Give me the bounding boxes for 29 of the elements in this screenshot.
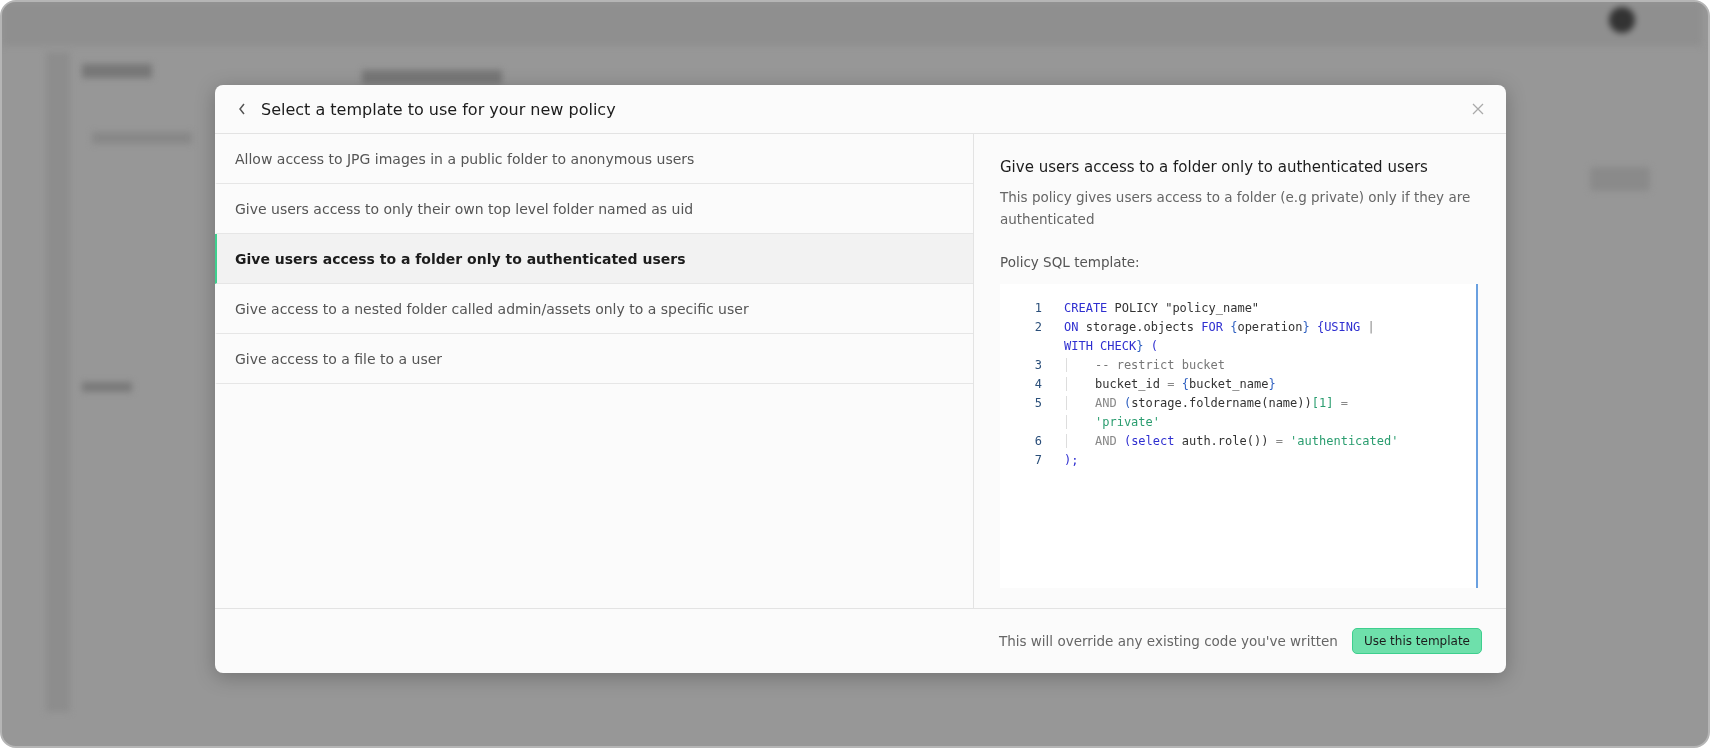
line-number: 3 [1033,357,1043,372]
line-number: 2 [1033,319,1043,334]
code-line: AND (select auth.role()) = 'authenticated' [1066,433,1399,448]
code-line: -- restrict bucket [1066,357,1226,372]
template-item[interactable]: Give access to a nested folder called admin/assets only to a specific user [215,284,973,334]
line-number: 5 [1033,395,1043,410]
template-item[interactable]: Give access to a file to a user [215,334,973,384]
template-item[interactable]: Allow access to JPG images in a public folder to anonymous users [215,134,973,184]
code-line: ON storage.objects FOR {operation} {USING | [1064,319,1375,334]
override-warning: This will override any existing code you've written [998,633,1338,649]
code-line: 'private' [1066,414,1161,429]
template-description: This policy gives users access to a folder (e.g private) only if they are authenticated [1000,188,1472,229]
line-number: 6 [1033,433,1043,448]
line-number: 1 [1033,300,1043,315]
code-editor[interactable] [1000,284,1478,588]
code-line: bucket_id = {bucket_name} [1066,376,1276,391]
use-template-button[interactable]: Use this template [1351,628,1482,654]
dialog-title: Select a template to use for your new policy [261,99,617,119]
back-chevron-icon[interactable] [237,102,247,116]
code-line: AND (storage.foldername(name))[1] = [1066,395,1348,410]
line-number: 7 [1033,452,1043,467]
code-label: Policy SQL template: [1000,254,1141,270]
template-heading: Give users access to a folder only to authenticated users [1000,158,1429,176]
line-number: 4 [1033,376,1043,391]
code-line: ); [1064,452,1079,467]
code-line: CREATE POLICY "policy_name" [1064,300,1260,315]
template-item[interactable]: Give users access to a folder only to authenticated users [215,234,973,284]
close-icon[interactable] [1472,103,1484,115]
code-line: WITH CHECK} ( [1064,338,1158,353]
